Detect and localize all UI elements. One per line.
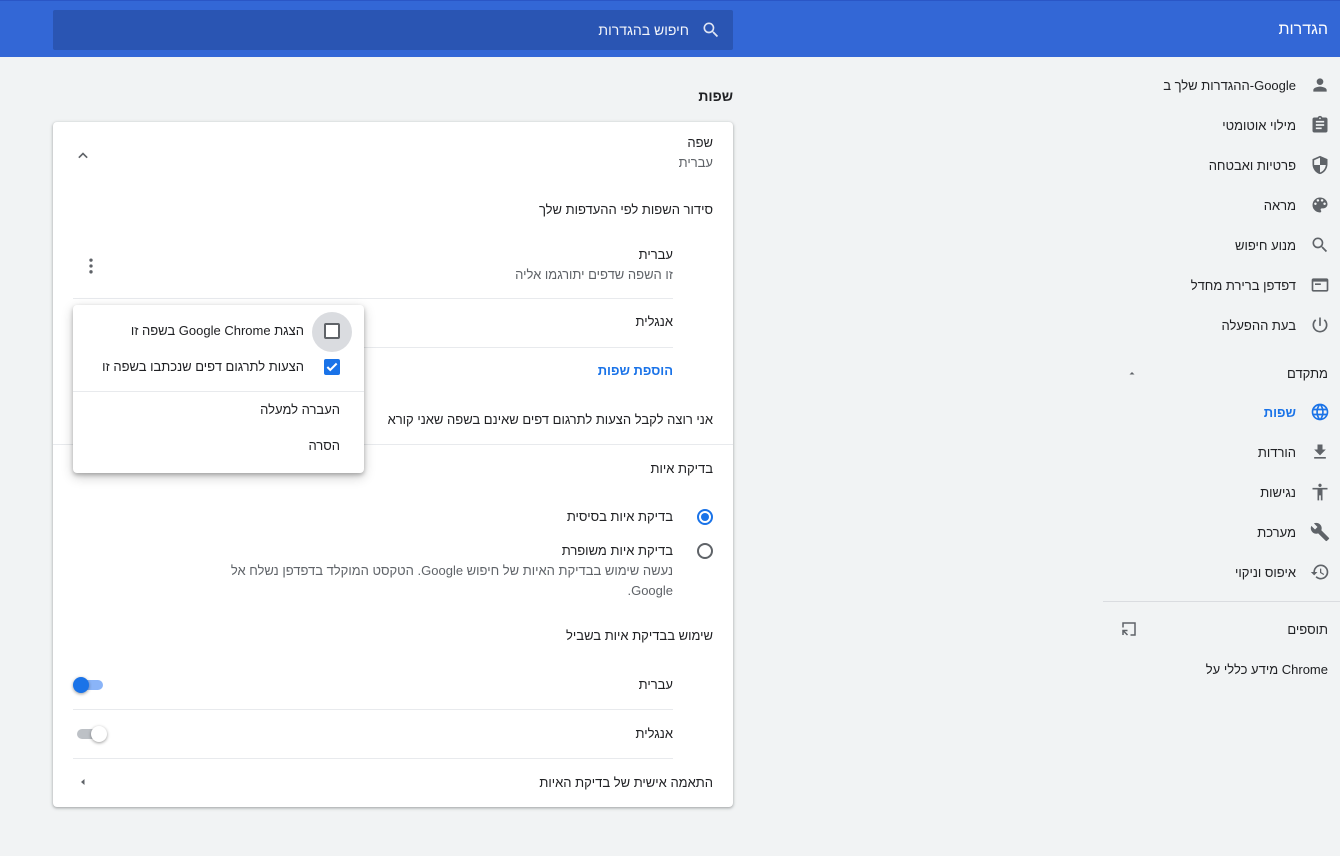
spellcheck-lang-name: עברית (638, 677, 673, 692)
add-languages-link[interactable]: הוספת שפות (598, 363, 673, 378)
sidebar-divider (1103, 601, 1340, 602)
section-title: שפות (698, 88, 733, 104)
more-vert-icon[interactable] (81, 256, 101, 276)
sidebar-item-default-browser[interactable]: דפדפן ברירת מחדל (1103, 265, 1340, 305)
app-title: הגדרות (1278, 21, 1328, 38)
spellcheck-enhanced-desc: נעשה שימוש בבדיקת האיות של חיפוש Google.… (230, 563, 673, 578)
spellcheck-enhanced-desc-2: Google. (627, 583, 673, 598)
sidebar-item-label: מערכת (1257, 524, 1296, 540)
sidebar-item-label: מילוי אוטומטי (1222, 117, 1296, 133)
sidebar-item-reset[interactable]: איפוס וניקוי (1103, 552, 1340, 592)
wrench-icon (1310, 522, 1330, 542)
spellcheck-english-toggle[interactable] (73, 725, 109, 743)
spellcheck-enhanced-label: בדיקת איות משופרת (561, 543, 673, 558)
divider (73, 298, 673, 299)
display-in-language-checkbox[interactable] (324, 323, 340, 339)
sidebar-item-appearance[interactable]: מראה (1103, 185, 1340, 225)
move-up-menu-item[interactable]: העברה למעלה (260, 402, 340, 417)
check-icon (326, 362, 338, 372)
spellcheck-basic-label: בדיקת איות בסיסית (566, 509, 673, 524)
spellcheck-enhanced-radio[interactable] (697, 543, 713, 559)
divider (73, 758, 673, 759)
sidebar-advanced-toggle[interactable]: מתקדם (1103, 353, 1340, 393)
sidebar-item-about[interactable]: מידע כללי על Chrome (1103, 649, 1340, 689)
offer-translate-label: אני רוצה לקבל הצעות לתרגום דפים שאינם בש… (387, 412, 713, 427)
toggle-knob (91, 726, 107, 742)
open-in-new-icon (1122, 622, 1136, 636)
sidebar-item-label: פרטיות ואבטחה (1208, 157, 1296, 173)
sidebar-item-label: בעת ההפעלה (1221, 317, 1296, 333)
sidebar-item-label: מראה (1263, 197, 1296, 213)
history-icon (1310, 564, 1329, 580)
sidebar-item-label: מידע כללי על Chrome (1205, 661, 1328, 677)
sidebar-item-downloads[interactable]: הורדות (1103, 432, 1340, 472)
shield-icon (1312, 155, 1328, 175)
menu-divider (73, 391, 364, 392)
sidebar-item-accessibility[interactable]: נגישות (1103, 472, 1340, 512)
language-row-name: עברית (638, 247, 673, 262)
search-input[interactable] (89, 10, 689, 50)
clipboard-icon (1312, 115, 1328, 133)
sidebar-item-autofill[interactable]: מילוי אוטומטי (1103, 105, 1340, 145)
spellcheck-hebrew-toggle[interactable] (73, 676, 109, 694)
language-title: שפה (687, 135, 713, 150)
sidebar-item-label: מנוע חיפוש (1234, 237, 1296, 253)
sidebar-item-google-settings[interactable]: ההגדרות שלך ב-Google (1103, 65, 1340, 105)
divider (73, 709, 673, 710)
browser-icon (1311, 278, 1329, 292)
palette-icon (1312, 197, 1328, 213)
spellcheck-use-for-label: שימוש בבדיקת איות בשביל (566, 628, 713, 643)
search-box[interactable] (53, 10, 733, 50)
sidebar-item-label: נגישות (1260, 484, 1296, 500)
language-value: עברית (678, 155, 713, 170)
sidebar-item-label: איפוס וניקוי (1235, 564, 1296, 580)
advanced-label: מתקדם (1287, 365, 1328, 381)
spellcheck-lang-name: אנגלית (635, 726, 673, 741)
sidebar-item-search-engine[interactable]: מנוע חיפוש (1103, 225, 1340, 265)
language-row-sub: זו השפה שדפים יתורגמו אליה (515, 267, 673, 282)
top-bar: הגדרות (0, 0, 1340, 57)
sidebar-item-label: שפות (1263, 404, 1296, 420)
download-icon (1314, 444, 1326, 459)
accessibility-icon (1312, 483, 1328, 501)
sidebar-item-languages[interactable]: שפות (1103, 392, 1340, 432)
search-icon[interactable] (701, 20, 721, 40)
sidebar-item-extensions[interactable]: תוספים (1103, 609, 1340, 649)
chevron-up-icon[interactable] (73, 146, 93, 166)
sidebar-item-label: ההגדרות שלך ב-Google (1163, 77, 1296, 93)
sidebar-item-label: דפדפן ברירת מחדל (1190, 277, 1296, 293)
sidebar-item-on-startup[interactable]: בעת ההפעלה (1103, 305, 1340, 345)
display-in-language-label: הצגת Google Chrome בשפה זו (130, 323, 304, 338)
language-options-menu: הצגת Google Chrome בשפה זו הצעות לתרגום … (73, 305, 364, 473)
sidebar-item-privacy[interactable]: פרטיות ואבטחה (1103, 145, 1340, 185)
person-icon (1313, 78, 1327, 92)
language-row-name: אנגלית (635, 314, 673, 329)
arrow-left-icon[interactable] (77, 776, 89, 788)
sidebar-item-label: תוספים (1287, 621, 1328, 637)
spellcheck-title: בדיקת איות (650, 461, 713, 476)
language-order-label: סידור השפות לפי ההעדפות שלך (538, 202, 713, 217)
offer-translate-language-label: הצעות לתרגום דפים שנכתבו בשפה זו (102, 359, 304, 374)
sidebar-item-system[interactable]: מערכת (1103, 512, 1340, 552)
remove-menu-item[interactable]: הסרה (308, 438, 340, 453)
sidebar-item-label: הורדות (1257, 444, 1296, 460)
search-icon (1312, 237, 1328, 253)
spellcheck-basic-radio[interactable] (697, 509, 713, 525)
globe-icon (1311, 403, 1329, 421)
power-icon (1312, 317, 1328, 333)
offer-translate-checkbox[interactable] (324, 359, 340, 375)
arrow-up-icon (1129, 372, 1135, 375)
spellcheck-custom-label[interactable]: התאמה אישית של בדיקת האיות (539, 775, 713, 790)
toggle-knob (73, 677, 89, 693)
